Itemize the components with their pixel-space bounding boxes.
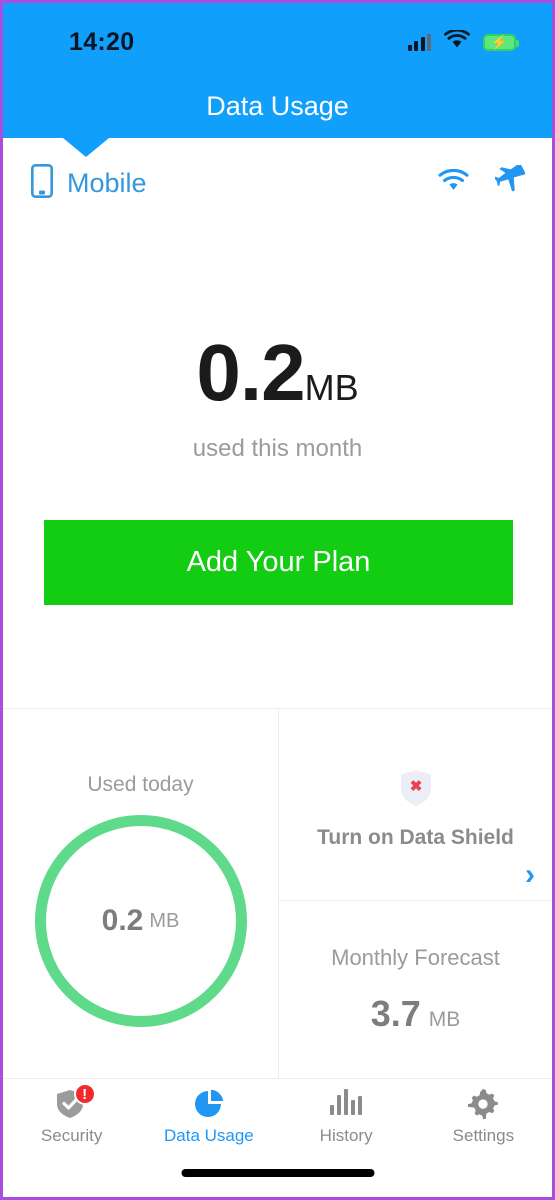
app-screen: 14:20 ⚡ Data Usage Mobile 0.2MB used thi… [0, 0, 555, 1200]
airplane-mode-icon[interactable] [493, 163, 526, 201]
usage-amount-row: 0.2MB [3, 333, 552, 413]
shield-x-icon: ✖ [399, 769, 433, 812]
home-indicator[interactable] [181, 1169, 374, 1177]
data-shield-card[interactable]: ✖ Turn on Data Shield › [279, 709, 552, 901]
battery-charging-icon: ⚡ [483, 33, 519, 51]
forecast-value-row: 3.7 MB [371, 993, 461, 1035]
nav-label-data-usage: Data Usage [163, 1126, 254, 1145]
nav-label-security: Security [40, 1126, 103, 1145]
forecast-value: 3.7 [370, 993, 421, 1034]
usage-unit: MB [304, 367, 359, 408]
right-cards-column: ✖ Turn on Data Shield › Monthly Forecast… [279, 709, 552, 1078]
monthly-forecast-card[interactable]: Monthly Forecast 3.7 MB [279, 901, 552, 1078]
status-bar: 14:20 ⚡ [3, 25, 552, 59]
wifi-icon [444, 28, 470, 54]
forecast-unit: MB [428, 1008, 461, 1031]
status-clock: 14:20 [69, 27, 135, 56]
bottom-navigation: ! Security Data Usage History Settings [3, 1078, 552, 1156]
nav-item-security[interactable]: ! Security [3, 1079, 140, 1156]
connection-row[interactable]: Mobile [3, 155, 552, 211]
shield-check-icon: ! [56, 1083, 96, 1119]
bolt-glyph: ⚡ [490, 34, 509, 50]
usage-amount: 0.2 [196, 328, 305, 417]
smartphone-icon [30, 163, 53, 203]
app-header: 14:20 ⚡ Data Usage [3, 3, 552, 138]
nav-item-data-usage[interactable]: Data Usage [140, 1079, 277, 1156]
wifi-icon[interactable] [438, 168, 469, 197]
svg-text:✖: ✖ [409, 778, 422, 795]
used-today-value: 0.2 [101, 904, 144, 937]
alert-badge: ! [73, 1083, 96, 1105]
add-your-plan-button[interactable]: Add Your Plan [44, 520, 513, 605]
nav-label-settings: Settings [452, 1126, 515, 1145]
usage-summary: 0.2MB used this month [3, 333, 552, 463]
status-icon-group: ⚡ [407, 28, 519, 54]
nav-item-settings[interactable]: Settings [415, 1079, 552, 1156]
used-today-card[interactable]: Used today 0.2 MB [3, 709, 279, 1078]
page-title: Data Usage [206, 91, 349, 121]
connection-label: Mobile [67, 167, 147, 198]
connection-actions [438, 163, 526, 201]
used-today-ring: 0.2 MB [34, 815, 247, 1027]
nav-item-history[interactable]: History [278, 1079, 415, 1156]
used-today-label: Used today [87, 773, 194, 796]
connection-type[interactable]: Mobile [30, 163, 147, 203]
chevron-right-icon[interactable]: › [525, 860, 535, 890]
usage-caption: used this month [192, 435, 363, 462]
stats-cards: Used today 0.2 MB ✖ Turn on Data Shield … [3, 708, 552, 1078]
nav-label-history: History [319, 1126, 373, 1145]
used-today-unit: MB [149, 909, 180, 932]
bar-chart-icon [330, 1089, 363, 1119]
forecast-label: Monthly Forecast [331, 945, 500, 970]
data-shield-label: Turn on Data Shield [317, 826, 514, 849]
pie-chart-icon [193, 1089, 225, 1119]
signal-bars-icon [407, 33, 431, 51]
gear-icon [467, 1089, 499, 1119]
